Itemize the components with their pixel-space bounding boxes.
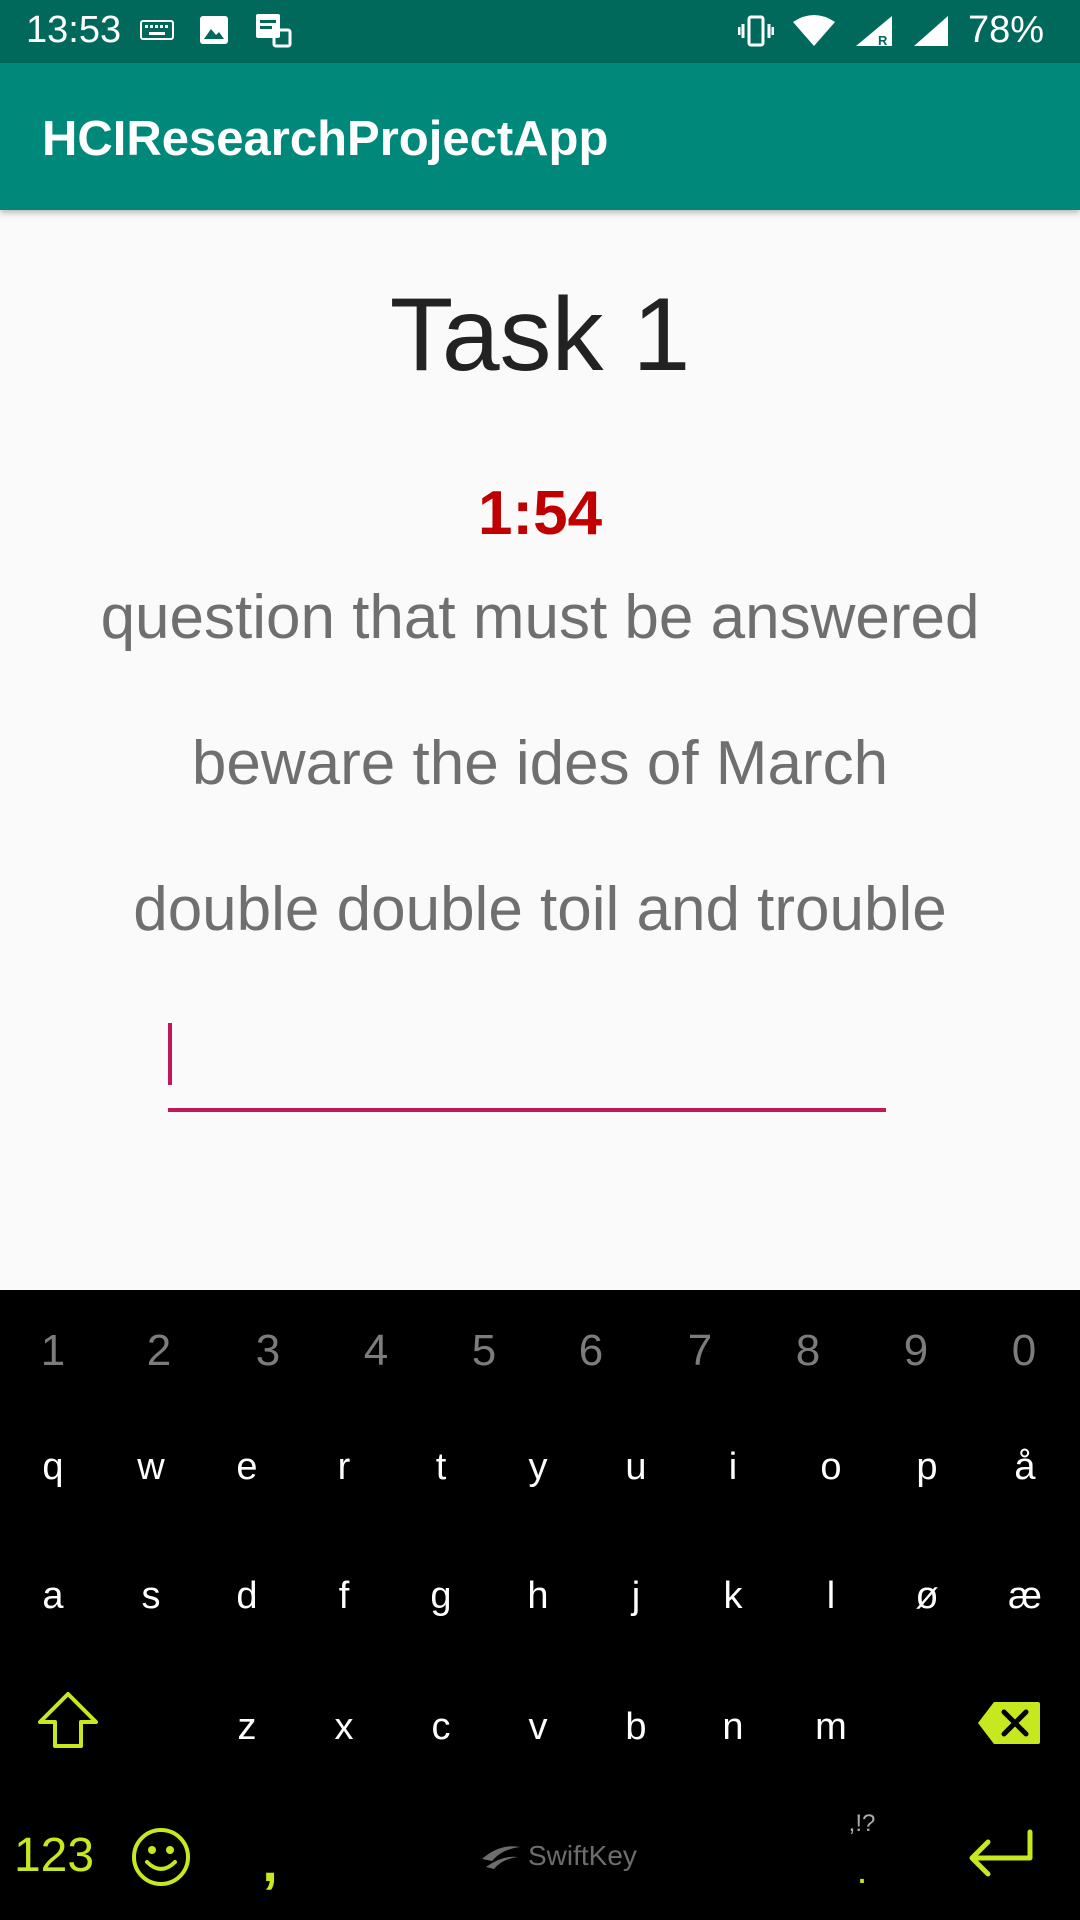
- letter-key-row2-2[interactable]: d: [202, 1563, 292, 1629]
- letter-key-row3-1[interactable]: x: [299, 1694, 389, 1760]
- wifi-icon: [792, 14, 835, 46]
- signal-icon: [913, 15, 948, 46]
- letter-key-row1-7[interactable]: i: [688, 1434, 778, 1500]
- letter-key-row3-0[interactable]: z: [202, 1694, 292, 1760]
- task-title: Task 1: [389, 277, 691, 393]
- phrase-3: double double toil and trouble: [133, 875, 947, 944]
- letter-key-row1-0[interactable]: q: [8, 1434, 98, 1500]
- number-key-0[interactable]: 1: [8, 1318, 98, 1384]
- letter-key-row2-1[interactable]: s: [106, 1563, 196, 1629]
- punctuation-hint: ,!?: [848, 1810, 876, 1837]
- status-bar: 13:53 R 78%: [0, 0, 1080, 63]
- countdown-timer: 1:54: [477, 479, 603, 548]
- vibrate-icon: [737, 15, 774, 46]
- swiftkey-logo-text: SwiftKey: [528, 1840, 637, 1871]
- app-bar: HCIResearchProjectApp: [0, 63, 1080, 210]
- swiftkey-logo: SwiftKey: [480, 1836, 660, 1876]
- letter-key-row1-10[interactable]: å: [980, 1434, 1070, 1500]
- number-key-4[interactable]: 5: [439, 1318, 529, 1384]
- letter-key-row3-4[interactable]: b: [591, 1694, 681, 1760]
- letter-key-row2-10[interactable]: æ: [980, 1563, 1070, 1629]
- text-caret: [168, 1023, 172, 1085]
- letter-key-row1-9[interactable]: p: [882, 1434, 972, 1500]
- emoji-key[interactable]: [130, 1826, 192, 1888]
- status-right: R 78%: [737, 9, 1044, 52]
- letter-key-row3-5[interactable]: n: [688, 1694, 778, 1760]
- letter-key-row1-1[interactable]: w: [106, 1434, 196, 1500]
- phrase-1: question that must be answered: [100, 583, 980, 652]
- number-key-2[interactable]: 3: [223, 1318, 313, 1384]
- letter-key-row3-3[interactable]: v: [493, 1694, 583, 1760]
- number-key-1[interactable]: 2: [114, 1318, 204, 1384]
- letter-key-row2-3[interactable]: f: [299, 1563, 389, 1629]
- signal-roaming-icon: R: [855, 15, 892, 48]
- backspace-key[interactable]: [976, 1700, 1042, 1746]
- letter-key-row1-5[interactable]: y: [493, 1434, 583, 1500]
- shift-key[interactable]: [36, 1690, 100, 1750]
- number-key-6[interactable]: 7: [655, 1318, 745, 1384]
- keyboard-icon: [140, 20, 174, 40]
- letter-key-row2-6[interactable]: j: [591, 1563, 681, 1629]
- storage-icon: [256, 14, 292, 48]
- swiftkey-logo-icon: [482, 1846, 520, 1869]
- letter-key-row3-6[interactable]: m: [786, 1694, 876, 1760]
- period-key[interactable]: .: [838, 1846, 886, 1896]
- number-key-8[interactable]: 9: [871, 1318, 961, 1384]
- letter-key-row2-7[interactable]: k: [688, 1563, 778, 1629]
- number-key-9[interactable]: 0: [979, 1318, 1069, 1384]
- letter-key-row1-4[interactable]: t: [396, 1434, 486, 1500]
- status-left-icons: [140, 12, 292, 48]
- number-key-5[interactable]: 6: [546, 1318, 636, 1384]
- letter-key-row2-5[interactable]: h: [493, 1563, 583, 1629]
- letter-key-row2-9[interactable]: ø: [882, 1563, 972, 1629]
- letter-key-row2-8[interactable]: l: [786, 1563, 876, 1629]
- letter-key-row3-2[interactable]: c: [396, 1694, 486, 1760]
- answer-input[interactable]: [168, 1018, 886, 1112]
- letter-key-row1-2[interactable]: e: [202, 1434, 292, 1500]
- letter-key-row1-8[interactable]: o: [786, 1434, 876, 1500]
- number-key-3[interactable]: 4: [331, 1318, 421, 1384]
- battery-percent: 78%: [967, 9, 1044, 51]
- letter-key-row1-6[interactable]: u: [591, 1434, 681, 1500]
- letter-key-row2-4[interactable]: g: [396, 1563, 486, 1629]
- enter-key[interactable]: [964, 1828, 1036, 1884]
- svg-text:R: R: [878, 33, 888, 48]
- number-key-7[interactable]: 8: [763, 1318, 853, 1384]
- phrase-2: beware the ides of March: [191, 729, 889, 798]
- status-time: 13:53: [26, 9, 122, 51]
- comma-key[interactable]: ,: [240, 1826, 300, 1896]
- letter-key-row2-0[interactable]: a: [8, 1563, 98, 1629]
- letter-key-row1-3[interactable]: r: [299, 1434, 389, 1500]
- image-icon: [200, 16, 228, 44]
- numbers-key[interactable]: 123: [4, 1820, 104, 1890]
- app-title: HCIResearchProjectApp: [42, 112, 609, 166]
